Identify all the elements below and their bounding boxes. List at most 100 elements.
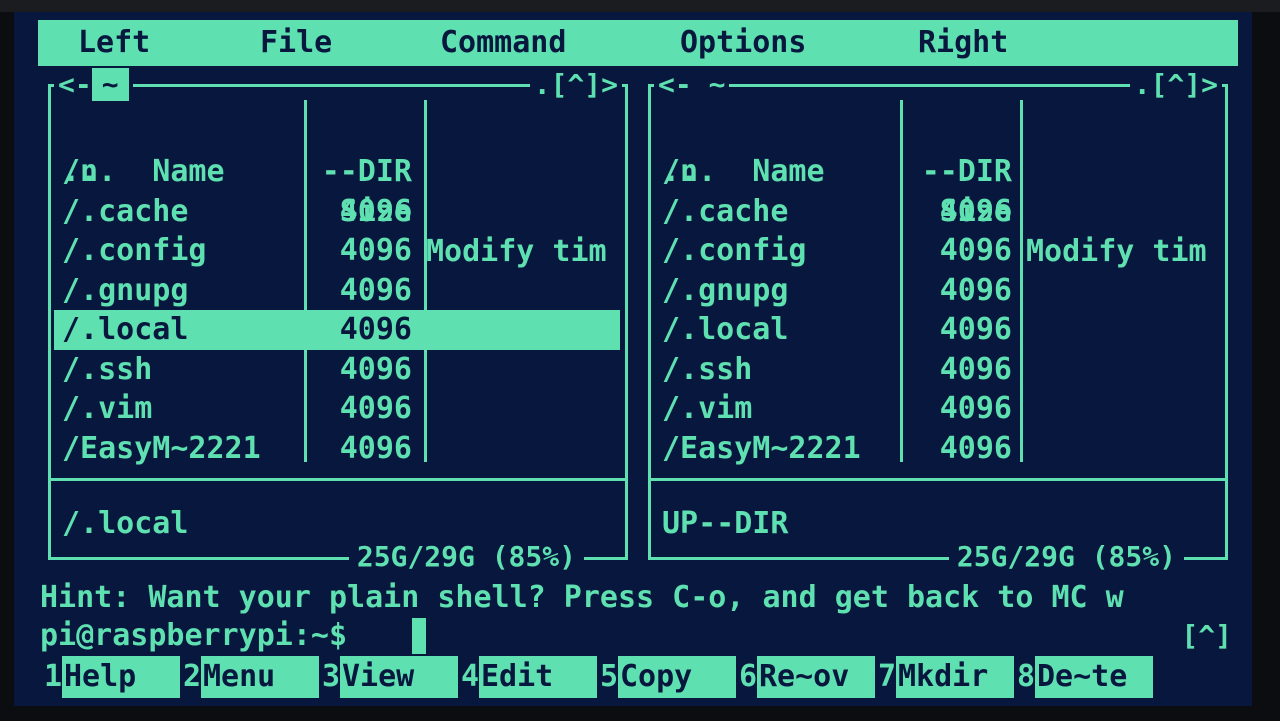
- file-row[interactable]: /.local4096t292022: [654, 310, 1220, 350]
- file-row[interactable]: /.local4096t292022: [54, 310, 620, 350]
- panel-title-controls[interactable]: .[^]>: [529, 68, 622, 102]
- fkey-label: Help: [62, 656, 180, 698]
- file-size: 4096: [939, 312, 1012, 347]
- file-row[interactable]: /.gnupg4096l292021: [654, 271, 1220, 311]
- fkey-number: 1: [43, 659, 62, 694]
- panel-status: UP--DIR: [662, 506, 789, 541]
- file-row[interactable]: /.config4096n242022: [54, 231, 620, 271]
- menu-command[interactable]: Command: [440, 20, 566, 66]
- panel-title[interactable]: <- ~: [54, 68, 133, 102]
- fkey-label: Edit: [479, 656, 597, 698]
- fkey-edit-button[interactable]: 4Edit: [457, 656, 597, 698]
- fkey-label: Mkdir: [896, 656, 1014, 698]
- panel-path: ~: [708, 68, 726, 101]
- file-name: /..: [62, 154, 117, 189]
- menu-options[interactable]: Options: [680, 20, 806, 66]
- fkey-reov-button[interactable]: 6Re~ov: [735, 656, 875, 698]
- disk-usage: 25G/29G (85%): [348, 540, 584, 574]
- fkey-label: View: [340, 656, 458, 698]
- panel-divider: [48, 478, 628, 481]
- fkey-number: 7: [877, 659, 896, 694]
- file-name: /.cache: [662, 193, 789, 229]
- file-name: /.config: [62, 233, 207, 268]
- fkey-view-button[interactable]: 3View: [318, 656, 458, 698]
- column-header-row: .n Name Size Modify tim: [654, 112, 1220, 269]
- file-name: /.config: [662, 233, 807, 268]
- file-size: 4096: [939, 233, 1012, 268]
- file-row[interactable]: /.ssh4096n102023: [54, 350, 620, 390]
- file-size: 4096: [339, 233, 412, 268]
- fkey-dete-button[interactable]: 8De~te: [1013, 656, 1153, 698]
- file-row[interactable]: /.gnupg4096l292021: [54, 271, 620, 311]
- fkey-label: Copy: [618, 656, 736, 698]
- fkey-number: 2: [182, 659, 201, 694]
- command-line-cursor[interactable]: [412, 618, 426, 654]
- fkey-label: Re~ov: [757, 656, 875, 698]
- command-history-button[interactable]: [^]: [1181, 618, 1232, 654]
- fkey-help-button[interactable]: 1Help: [40, 656, 180, 698]
- panel-path: ~: [91, 68, 129, 101]
- monitor-bezel: [0, 0, 1280, 12]
- menu-right[interactable]: Right: [918, 20, 1008, 66]
- file-name: /.cache: [62, 193, 189, 229]
- file-name: /EasyM~2221: [662, 430, 861, 466]
- file-size: 4096: [939, 193, 1012, 229]
- file-row[interactable]: /.vim4096v2600:05: [654, 389, 1220, 429]
- panel-title-arrow[interactable]: <-: [658, 68, 692, 101]
- file-name: /.local: [662, 312, 789, 347]
- file-size: 4096: [939, 391, 1012, 426]
- fkey-label: Menu: [201, 656, 319, 698]
- file-name: /..: [662, 154, 717, 189]
- menu-file[interactable]: File: [260, 20, 332, 66]
- fkey-number: 8: [1016, 659, 1035, 694]
- file-size: 4096: [339, 312, 412, 347]
- file-row[interactable]: /.config4096n242022: [654, 231, 1220, 271]
- file-row[interactable]: /.cache4096g272021: [54, 192, 620, 232]
- column-header-row: .n Name Size Modify tim: [54, 112, 620, 269]
- fkey-copy-button[interactable]: 5Copy: [596, 656, 736, 698]
- panel-title-arrow[interactable]: <-: [58, 68, 92, 101]
- fkey-number: 4: [460, 659, 479, 694]
- fkey-number: 3: [321, 659, 340, 694]
- panel-status: /.local: [62, 506, 189, 541]
- file-row[interactable]: /EasyM~22214096t292022: [54, 429, 620, 469]
- file-size: 4096: [339, 193, 412, 229]
- file-row[interactable]: /..--DIRy72021: [54, 152, 620, 192]
- panel-title-controls[interactable]: .[^]>: [1129, 68, 1222, 102]
- shell-prompt: pi@raspberrypi:~$: [40, 618, 348, 653]
- file-name: /.vim: [62, 391, 153, 426]
- file-name: /EasyM~2221: [62, 430, 261, 466]
- file-size: --DIR: [321, 154, 412, 189]
- file-name: /.ssh: [62, 351, 153, 387]
- menu-bar: Left File Command Options Right: [38, 20, 1238, 66]
- fkey-mkdir-button[interactable]: 7Mkdir: [874, 656, 1014, 698]
- file-name: /.gnupg: [62, 272, 189, 308]
- file-row[interactable]: /.ssh4096n102023: [654, 350, 1220, 390]
- file-row[interactable]: /.vim4096v2600:05: [54, 389, 620, 429]
- panel-title[interactable]: <- ~: [654, 68, 730, 102]
- file-row[interactable]: /EasyM~22214096t292022: [654, 429, 1220, 469]
- fkey-number: 6: [738, 659, 757, 694]
- file-size: 4096: [939, 351, 1012, 387]
- file-size: 4096: [939, 272, 1012, 308]
- file-row[interactable]: /..--DIRy72021: [654, 152, 1220, 192]
- file-name: /.local: [62, 312, 189, 347]
- file-row[interactable]: /.cache4096g272021: [654, 192, 1220, 232]
- file-name: /.ssh: [662, 351, 753, 387]
- fkey-menu-button[interactable]: 2Menu: [179, 656, 319, 698]
- file-size: 4096: [339, 272, 412, 308]
- file-size: 4096: [939, 430, 1012, 466]
- terminal-screen: Left File Command Options Right <- ~ .[^]…: [14, 12, 1252, 706]
- file-size: 4096: [339, 391, 412, 426]
- file-name: /.vim: [662, 391, 753, 426]
- menu-left[interactable]: Left: [78, 20, 150, 66]
- file-size: 4096: [339, 351, 412, 387]
- fkey-number: 5: [599, 659, 618, 694]
- file-size: --DIR: [921, 154, 1012, 189]
- right-panel[interactable]: <- ~ .[^]> .n Name Size Modify tim /.. --…: [648, 68, 1228, 574]
- panel-divider: [648, 478, 1228, 481]
- hint-line: Hint: Want your plain shell? Press C-o, …: [40, 580, 1124, 615]
- fkey-label: De~te: [1035, 656, 1153, 698]
- left-panel[interactable]: <- ~ .[^]> .n Name Size Modify tim /.. --D…: [48, 68, 628, 574]
- file-name: /.gnupg: [662, 272, 789, 308]
